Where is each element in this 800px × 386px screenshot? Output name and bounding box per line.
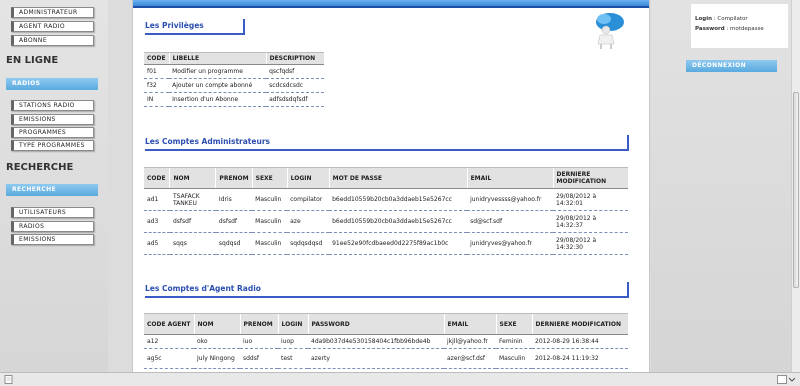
col-sexe: SEXE	[251, 167, 288, 189]
col-sexe: SEXE	[495, 313, 532, 335]
table-row: a12 oko iuo iuop 4da9b037d4e530158404c1f…	[144, 334, 628, 349]
table-row: ag5c July Ningong sddsf test azerty azer…	[144, 348, 628, 369]
menu-stations-radio[interactable]: STATIONS RADIO	[11, 100, 94, 111]
radios-button[interactable]: RADIOS	[6, 78, 98, 90]
status-bar	[0, 372, 800, 386]
password-value: motdepasse	[730, 26, 764, 32]
privileges-table: CODE LIBELLE DESCRIPTION f01 Modifier un…	[144, 52, 325, 107]
password-label: Password	[695, 26, 725, 32]
login-label: Login	[695, 16, 713, 22]
col-derniere-modification: DERNIERE MODIFICATION	[552, 167, 628, 189]
page-icon	[4, 375, 13, 384]
menu-recherche-radios[interactable]: RADIOS	[11, 221, 94, 232]
scrollbar-thumb[interactable]	[793, 92, 799, 288]
agents-table: CODE AGENT NOM PRENOM LOGIN PASSWORD EMA…	[144, 313, 628, 369]
col-password: PASSWORD	[307, 313, 444, 335]
col-derniere-modification: DERNIERE MODIFICATION	[531, 313, 628, 335]
menu-agent-radio[interactable]: AGENT RADIO	[11, 21, 94, 32]
menu-programmes[interactable]: PROGRAMMES	[11, 127, 94, 138]
en-ligne-title: EN LIGNE	[6, 55, 59, 66]
col-nom: NOM	[169, 167, 216, 189]
table-row: ad5 sqqs sqdqsd Masculin sqdqsdqsd 91ee5…	[144, 232, 628, 255]
menu-administrateur[interactable]: ADMINISTRATEUR	[11, 7, 94, 18]
agents-title: Les Comptes d'Agent Radio	[145, 282, 629, 298]
vertical-scrollbar[interactable]	[791, 0, 800, 372]
main-content: Les Privilèges CODE LIBELLE DESCRIPTION …	[132, 0, 650, 372]
recherche-title: RECHERCHE	[6, 162, 74, 173]
col-mot-de-passe: MOT DE PASSE	[328, 167, 468, 189]
admins-title: Les Comptes Administrateurs	[145, 135, 629, 151]
table-row: f01 Modifier un programme qscfqdsf	[144, 64, 325, 79]
right-panel: Login : Compilator Password : motdepasse…	[651, 0, 791, 372]
col-description: DESCRIPTION	[265, 52, 325, 65]
col-code: CODE	[144, 167, 170, 189]
col-login: LOGIN	[286, 167, 330, 189]
logout-button[interactable]: DÉCONNEXION	[686, 60, 777, 72]
table-row: f32 Ajouter un compte abonné scdcsdcsdc	[144, 78, 325, 93]
user-figure-icon	[596, 13, 624, 49]
login-value: Compilator	[717, 16, 748, 22]
menu-utilisateurs[interactable]: UTILISATEURS	[11, 207, 94, 218]
col-libelle: LIBELLE	[168, 52, 267, 65]
privileges-title: Les Privilèges	[145, 19, 245, 35]
menu-type-programmes[interactable]: TYPE PROGRAMMES	[11, 140, 94, 151]
col-email: EMAIL	[443, 313, 496, 335]
table-row: ad1 TSAFACK TANKEU Idris Masculin compil…	[144, 188, 628, 211]
col-code-agent: CODE AGENT	[144, 313, 194, 335]
menu-recherche-emissions[interactable]: EMISSIONS	[11, 234, 94, 245]
recherche-button[interactable]: RECHERCHE	[6, 184, 98, 196]
menu-emissions[interactable]: EMISSIONS	[11, 114, 94, 125]
col-login: LOGIN	[277, 313, 308, 335]
table-row: ad3 dsfsdf dsfsdf Masculin aze b6edd1055…	[144, 210, 628, 233]
left-sidebar: ADMINISTRATEUR AGENT RADIO ABONNE EN LIG…	[0, 0, 108, 372]
table-row: IN Insertion d'un Abonne adfsdsdqfsdf	[144, 92, 325, 107]
user-info-box: Login : Compilator Password : motdepasse	[691, 4, 788, 48]
zoom-icon[interactable]	[777, 375, 795, 384]
col-nom: NOM	[193, 313, 240, 335]
col-code: CODE	[144, 52, 170, 65]
col-prenom: PRENOM	[239, 313, 278, 335]
col-prenom: PRENOM	[215, 167, 253, 189]
menu-abonne[interactable]: ABONNE	[11, 35, 94, 46]
col-email: EMAIL	[466, 167, 554, 189]
header-bar	[133, 0, 649, 8]
admins-table: CODE NOM PRENOM SEXE LOGIN MOT DE PASSE …	[144, 167, 628, 255]
